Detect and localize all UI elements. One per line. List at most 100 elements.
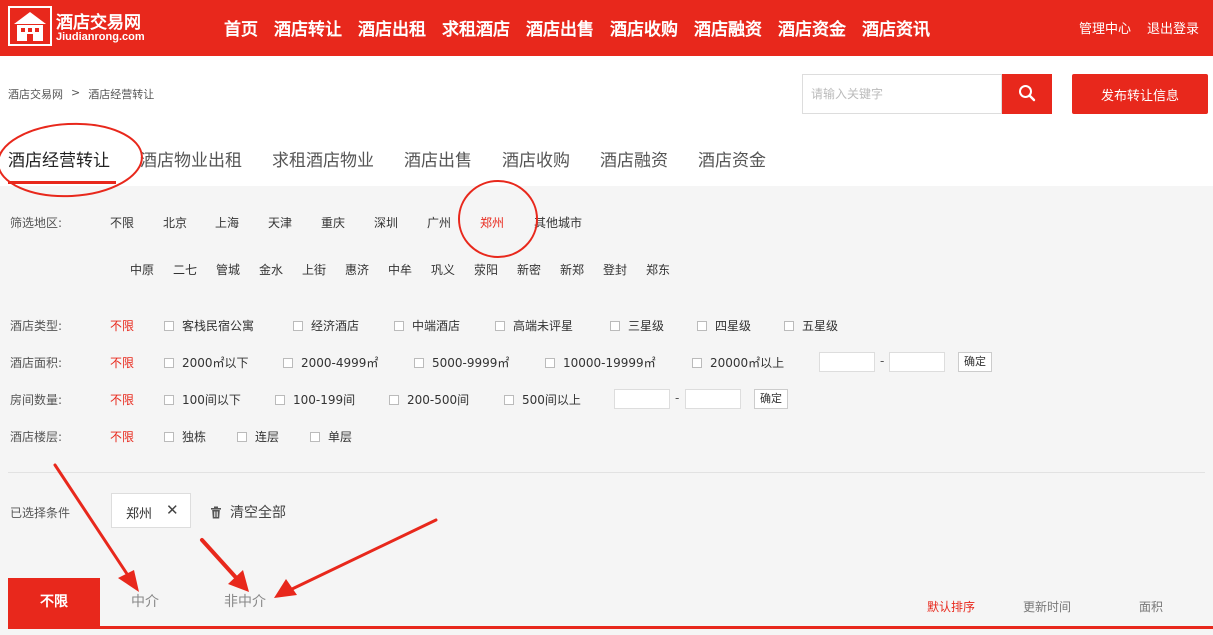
clear-all-button[interactable]: 清空全部	[210, 502, 286, 522]
checkbox[interactable]	[275, 395, 285, 405]
region-option[interactable]: 深圳	[374, 214, 398, 231]
checkbox[interactable]	[545, 358, 555, 368]
checkbox[interactable]	[164, 358, 174, 368]
region-option[interactable]: 不限	[110, 214, 134, 231]
rooms-checkbox[interactable]: 100间以下	[164, 391, 241, 408]
region-option[interactable]: 其他城市	[534, 214, 582, 231]
hotel-type-checkbox[interactable]: 三星级	[610, 317, 664, 334]
checkbox[interactable]	[697, 321, 707, 331]
search-input[interactable]	[802, 74, 1002, 114]
district-option[interactable]: 登封	[603, 261, 627, 278]
hotel-type-checkbox[interactable]: 中端酒店	[394, 317, 460, 334]
district-option[interactable]: 上街	[302, 261, 326, 278]
logout-link[interactable]: 退出登录	[1147, 18, 1199, 37]
rooms-checkbox[interactable]: 100-199间	[275, 391, 355, 408]
checkbox[interactable]	[237, 432, 247, 442]
tab-agent[interactable]: 中介	[110, 578, 180, 626]
checkbox[interactable]	[310, 432, 320, 442]
close-icon[interactable]: ✕	[166, 501, 179, 519]
tab-hotel-financing[interactable]: 酒店融资	[600, 146, 668, 171]
rooms-confirm-button[interactable]: 确定	[754, 389, 788, 409]
region-option[interactable]: 天津	[268, 214, 292, 231]
hotel-type-checkbox[interactable]: 高端未评星	[495, 317, 573, 334]
rooms-checkbox[interactable]: 200-500间	[389, 391, 469, 408]
tab-hotel-acquire[interactable]: 酒店收购	[502, 146, 570, 171]
floors-checkbox[interactable]: 单层	[310, 428, 352, 445]
checkbox[interactable]	[610, 321, 620, 331]
checkbox[interactable]	[692, 358, 702, 368]
checkbox[interactable]	[164, 321, 174, 331]
checkbox[interactable]	[389, 395, 399, 405]
hotel-type-checkbox[interactable]: 五星级	[784, 317, 838, 334]
district-option[interactable]: 郑东	[646, 261, 670, 278]
area-checkbox[interactable]: 5000-9999㎡	[414, 354, 509, 371]
district-option[interactable]: 荥阳	[474, 261, 498, 278]
district-option[interactable]: 金水	[259, 261, 283, 278]
publish-transfer-button[interactable]: 发布转让信息	[1072, 74, 1208, 114]
hotel-type-any[interactable]: 不限	[110, 317, 134, 334]
rooms-min-input[interactable]	[614, 389, 670, 409]
search-button[interactable]	[1002, 74, 1052, 114]
rooms-any[interactable]: 不限	[110, 391, 134, 408]
nav-news[interactable]: 酒店资讯	[862, 15, 930, 40]
area-confirm-button[interactable]: 确定	[958, 352, 992, 372]
sort-default[interactable]: 默认排序	[927, 598, 975, 615]
nav-rent-out[interactable]: 酒店出租	[358, 15, 426, 40]
checkbox[interactable]	[164, 395, 174, 405]
floors-checkbox[interactable]: 独栋	[164, 428, 206, 445]
district-option[interactable]: 二七	[173, 261, 197, 278]
district-option[interactable]: 中牟	[388, 261, 412, 278]
checkbox[interactable]	[784, 321, 794, 331]
district-option[interactable]: 巩义	[431, 261, 455, 278]
checkbox[interactable]	[293, 321, 303, 331]
area-checkbox[interactable]: 20000㎡以上	[692, 354, 784, 371]
district-option[interactable]: 新密	[517, 261, 541, 278]
rooms-max-input[interactable]	[685, 389, 741, 409]
hotel-type-checkbox[interactable]: 经济酒店	[293, 317, 359, 334]
selected-condition-tag[interactable]: 郑州 ✕	[111, 493, 191, 528]
tab-seek-property[interactable]: 求租酒店物业	[272, 146, 374, 171]
region-option[interactable]: 广州	[427, 214, 451, 231]
nav-financing[interactable]: 酒店融资	[694, 15, 762, 40]
nav-funds[interactable]: 酒店资金	[778, 15, 846, 40]
area-any[interactable]: 不限	[110, 354, 134, 371]
tab-agent-any[interactable]: 不限	[8, 578, 100, 626]
area-min-input[interactable]	[819, 352, 875, 372]
nav-sale[interactable]: 酒店出售	[526, 15, 594, 40]
rooms-checkbox[interactable]: 500间以上	[504, 391, 581, 408]
area-checkbox[interactable]: 10000-19999㎡	[545, 354, 656, 371]
region-option[interactable]: 北京	[163, 214, 187, 231]
checkbox[interactable]	[164, 432, 174, 442]
tab-hotel-operation-transfer[interactable]: 酒店经营转让	[8, 146, 110, 171]
area-max-input[interactable]	[889, 352, 945, 372]
tab-non-agent[interactable]: 非中介	[205, 578, 285, 626]
sort-update-time[interactable]: 更新时间	[1023, 598, 1071, 615]
checkbox[interactable]	[283, 358, 293, 368]
checkbox[interactable]	[495, 321, 505, 331]
area-checkbox[interactable]: 2000㎡以下	[164, 354, 249, 371]
floors-checkbox[interactable]: 连层	[237, 428, 279, 445]
nav-seek-rent[interactable]: 求租酒店	[442, 15, 510, 40]
checkbox[interactable]	[394, 321, 404, 331]
checkbox[interactable]	[414, 358, 424, 368]
region-option[interactable]: 上海	[215, 214, 239, 231]
region-option-selected[interactable]: 郑州	[480, 214, 504, 231]
nav-home[interactable]: 首页	[224, 15, 258, 40]
tab-hotel-sale[interactable]: 酒店出售	[404, 146, 472, 171]
area-checkbox[interactable]: 2000-4999㎡	[283, 354, 378, 371]
site-logo[interactable]: 酒店交易网 Jiudianrong.com	[8, 6, 150, 48]
region-option[interactable]: 重庆	[321, 214, 345, 231]
nav-acquire[interactable]: 酒店收购	[610, 15, 678, 40]
floors-any[interactable]: 不限	[110, 428, 134, 445]
admin-center-link[interactable]: 管理中心	[1079, 18, 1131, 37]
sort-area[interactable]: 面积	[1139, 598, 1163, 615]
hotel-type-checkbox[interactable]: 四星级	[697, 317, 751, 334]
tab-hotel-funds[interactable]: 酒店资金	[698, 146, 766, 171]
district-option[interactable]: 中原	[130, 261, 154, 278]
tab-property-rent-out[interactable]: 酒店物业出租	[140, 146, 242, 171]
district-option[interactable]: 惠济	[345, 261, 369, 278]
checkbox[interactable]	[504, 395, 514, 405]
district-option[interactable]: 管城	[216, 261, 240, 278]
nav-transfer[interactable]: 酒店转让	[274, 15, 342, 40]
hotel-type-checkbox[interactable]: 客栈民宿公寓	[164, 317, 254, 334]
